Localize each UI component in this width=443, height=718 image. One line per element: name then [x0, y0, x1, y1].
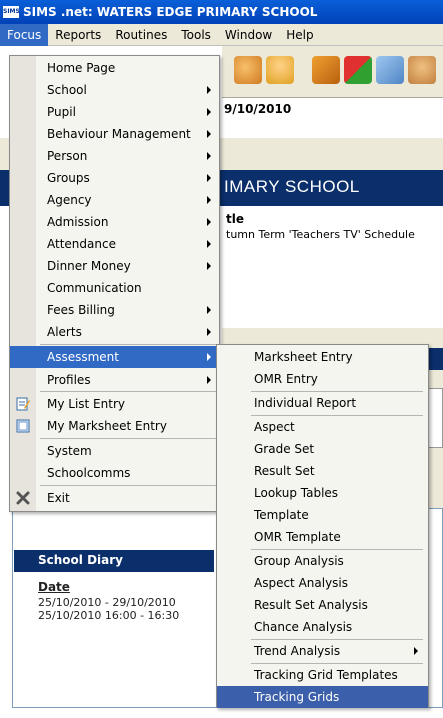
menu-bar: Focus Reports Routines Tools Window Help — [0, 23, 443, 46]
chevron-right-icon — [207, 152, 211, 160]
banner-text: IMARY SCHOOL — [224, 177, 360, 196]
submenu-item-individual-report[interactable]: Individual Report — [217, 392, 428, 414]
chevron-right-icon — [207, 174, 211, 182]
chevron-right-icon — [207, 328, 211, 336]
school-diary-body: Date 25/10/2010 - 29/10/2010 25/10/2010 … — [38, 580, 218, 622]
chevron-right-icon — [207, 108, 211, 116]
menu-item-fees-billing[interactable]: Fees Billing — [10, 299, 219, 321]
chevron-right-icon — [207, 86, 211, 94]
flag-icon[interactable] — [344, 56, 372, 84]
teacher-icon[interactable] — [408, 56, 436, 84]
marksheet-icon — [16, 419, 30, 433]
notes-icon[interactable] — [376, 56, 404, 84]
menu-item-my-list-entry[interactable]: My List Entry — [10, 393, 219, 415]
focus-menu: Home Page School Pupil Behaviour Managem… — [9, 55, 220, 512]
submenu-item-result-set-analysis[interactable]: Result Set Analysis — [217, 594, 428, 616]
menu-item-alerts[interactable]: Alerts — [10, 321, 219, 343]
menu-window[interactable]: Window — [218, 24, 279, 46]
book-icon[interactable] — [312, 56, 340, 84]
menu-item-person[interactable]: Person — [10, 145, 219, 167]
chevron-right-icon — [207, 376, 211, 384]
schedule-heading: tle — [226, 212, 244, 226]
schedule-panel: tle tumn Term 'Teachers TV' Schedule — [222, 208, 443, 328]
menu-item-schoolcomms[interactable]: Schoolcomms — [10, 462, 219, 484]
sims-app-icon: SIMS — [3, 6, 20, 18]
submenu-item-aspect[interactable]: Aspect — [217, 416, 428, 438]
submenu-item-group-analysis[interactable]: Group Analysis — [217, 550, 428, 572]
exit-icon — [16, 491, 30, 505]
submenu-item-template[interactable]: Template — [217, 504, 428, 526]
submenu-item-marksheet-entry[interactable]: Marksheet Entry — [217, 346, 428, 368]
menu-item-pupil[interactable]: Pupil — [10, 101, 219, 123]
menu-item-system[interactable]: System — [10, 440, 219, 462]
people-icon[interactable] — [234, 56, 262, 84]
menu-help[interactable]: Help — [279, 24, 320, 46]
menu-item-profiles[interactable]: Profiles — [10, 369, 219, 391]
menu-reports[interactable]: Reports — [48, 24, 108, 46]
submenu-item-omr-template[interactable]: OMR Template — [217, 526, 428, 548]
submenu-item-tracking-grid-templates[interactable]: Tracking Grid Templates — [217, 664, 428, 686]
chevron-right-icon — [207, 306, 211, 314]
diary-date-label: Date — [38, 580, 70, 594]
person-icon[interactable] — [266, 56, 294, 84]
chevron-right-icon — [207, 262, 211, 270]
submenu-item-result-set[interactable]: Result Set — [217, 460, 428, 482]
menu-item-behaviour-management[interactable]: Behaviour Management — [10, 123, 219, 145]
menu-item-communication[interactable]: Communication — [10, 277, 219, 299]
schedule-text: tumn Term 'Teachers TV' Schedule — [226, 228, 415, 241]
menu-routines[interactable]: Routines — [108, 24, 174, 46]
menu-item-attendance[interactable]: Attendance — [10, 233, 219, 255]
menu-item-exit[interactable]: Exit — [10, 487, 219, 509]
menu-separator — [40, 344, 216, 345]
chevron-right-icon — [207, 196, 211, 204]
menu-separator — [40, 438, 216, 439]
chevron-right-icon — [207, 240, 211, 248]
menu-tools[interactable]: Tools — [174, 24, 218, 46]
list-entry-icon — [16, 397, 30, 411]
chevron-right-icon — [207, 218, 211, 226]
menu-item-agency[interactable]: Agency — [10, 189, 219, 211]
submenu-item-tracking-grids[interactable]: Tracking Grids — [217, 686, 428, 708]
menu-separator — [40, 485, 216, 486]
diary-row[interactable]: 25/10/2010 - 29/10/2010 — [38, 596, 218, 609]
chevron-right-icon — [414, 647, 418, 655]
submenu-item-aspect-analysis[interactable]: Aspect Analysis — [217, 572, 428, 594]
menu-item-my-marksheet-entry[interactable]: My Marksheet Entry — [10, 415, 219, 437]
date-fragment: 9/10/2010 — [224, 102, 292, 116]
menu-item-home-page[interactable]: Home Page — [10, 57, 219, 79]
chevron-right-icon — [207, 353, 211, 361]
diary-row[interactable]: 25/10/2010 16:00 - 16:30 — [38, 609, 218, 622]
menu-item-groups[interactable]: Groups — [10, 167, 219, 189]
menu-focus[interactable]: Focus — [0, 23, 49, 46]
assessment-submenu: Marksheet Entry OMR Entry Individual Rep… — [216, 344, 429, 708]
date-display: 9/10/2010 — [222, 98, 443, 138]
submenu-item-grade-set[interactable]: Grade Set — [217, 438, 428, 460]
menu-item-admission[interactable]: Admission — [10, 211, 219, 233]
submenu-item-omr-entry[interactable]: OMR Entry — [217, 368, 428, 390]
submenu-item-lookup-tables[interactable]: Lookup Tables — [217, 482, 428, 504]
submenu-item-trend-analysis[interactable]: Trend Analysis — [217, 640, 428, 662]
school-diary-title: School Diary — [14, 550, 214, 572]
title-bar: SIMS SIMS .net: WATERS EDGE PRIMARY SCHO… — [0, 0, 443, 24]
menu-separator — [40, 391, 216, 392]
chevron-right-icon — [207, 130, 211, 138]
window-title: SIMS .net: WATERS EDGE PRIMARY SCHOOL — [23, 5, 318, 19]
menu-item-school[interactable]: School — [10, 79, 219, 101]
menu-item-dinner-money[interactable]: Dinner Money — [10, 255, 219, 277]
submenu-item-chance-analysis[interactable]: Chance Analysis — [217, 616, 428, 638]
toolbar — [222, 46, 443, 98]
menu-item-assessment[interactable]: Assessment — [10, 346, 219, 368]
